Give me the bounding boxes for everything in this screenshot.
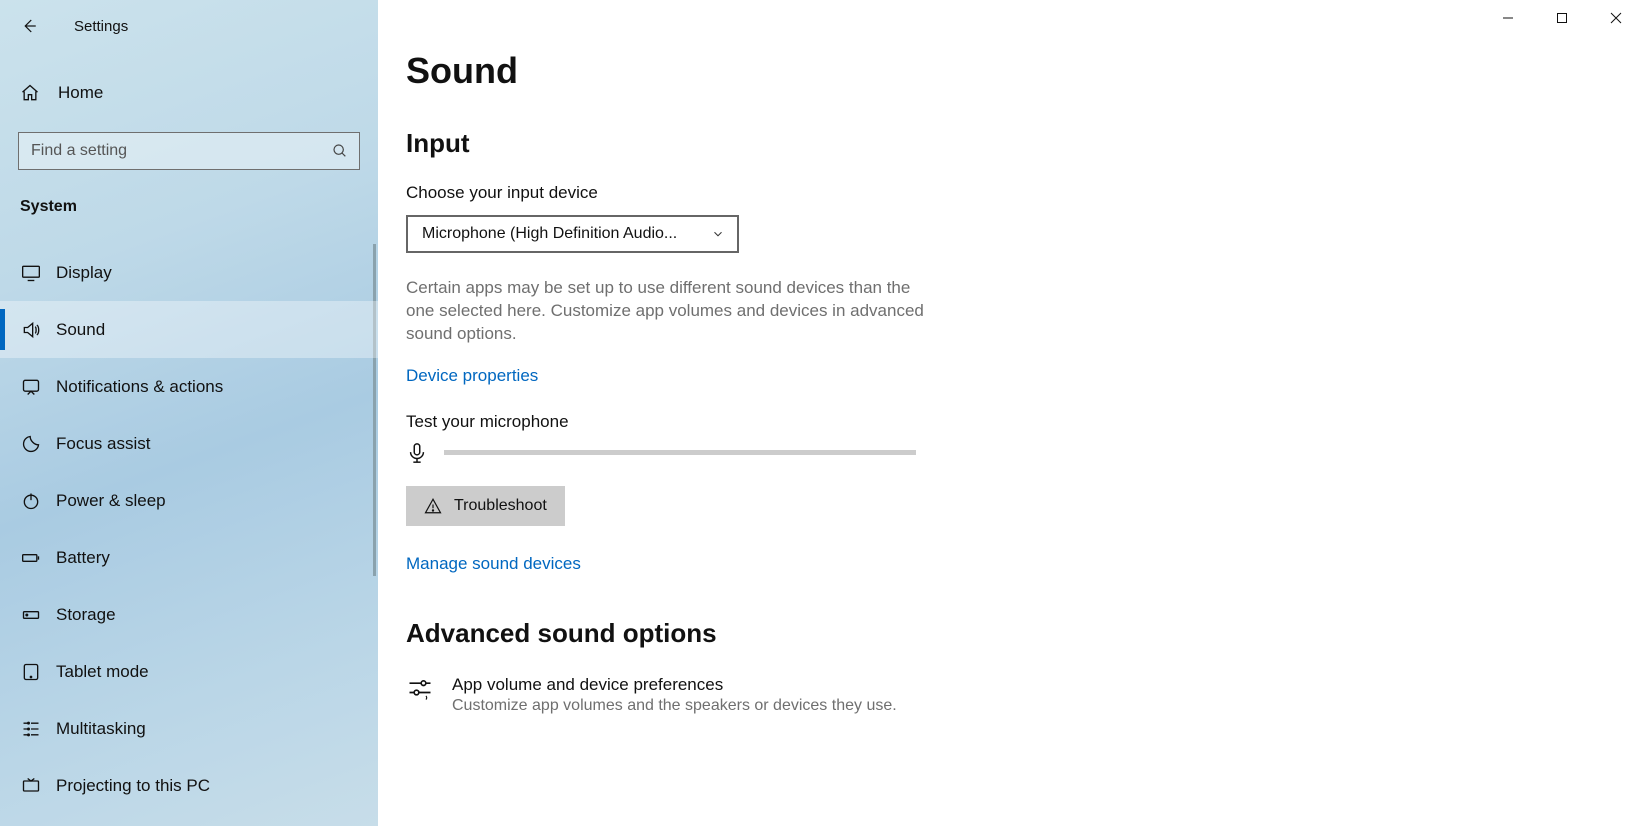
close-button[interactable] [1589, 0, 1643, 36]
sidebar-item-notifications[interactable]: Notifications & actions [0, 358, 378, 415]
focus-assist-icon [20, 434, 42, 454]
input-device-selected: Microphone (High Definition Audio... [422, 225, 677, 243]
section-advanced-heading: Advanced sound options [406, 618, 1358, 649]
back-icon[interactable] [20, 17, 38, 35]
sidebar-item-battery[interactable]: Battery [0, 529, 378, 586]
window-title: Settings [74, 18, 128, 35]
device-properties-link[interactable]: Device properties [406, 366, 538, 386]
sidebar-item-multitasking[interactable]: Multitasking [0, 700, 378, 757]
troubleshoot-button[interactable]: Troubleshoot [406, 486, 565, 526]
sidebar-group-label: System [0, 198, 378, 216]
home-icon [20, 83, 40, 103]
main-content: Sound Input Choose your input device Mic… [378, 0, 1643, 826]
sidebar-item-label: Storage [56, 605, 116, 625]
storage-icon [20, 605, 42, 625]
search-icon [332, 143, 348, 159]
sidebar: Settings Home System Display [0, 0, 378, 826]
sidebar-item-label: Power & sleep [56, 491, 166, 511]
battery-icon [20, 548, 42, 568]
chevron-down-icon [711, 227, 725, 241]
sidebar-item-label: Notifications & actions [56, 377, 223, 397]
notifications-icon [20, 377, 42, 397]
sidebar-item-tablet-mode[interactable]: Tablet mode [0, 643, 378, 700]
display-icon [20, 263, 42, 283]
microphone-test-row [406, 442, 1358, 464]
sidebar-item-power-sleep[interactable]: Power & sleep [0, 472, 378, 529]
sound-icon [20, 320, 42, 340]
test-microphone-label: Test your microphone [406, 412, 1358, 432]
microphone-level-bar [444, 450, 916, 455]
input-description: Certain apps may be set up to use differ… [406, 277, 936, 346]
input-device-dropdown[interactable]: Microphone (High Definition Audio... [406, 215, 739, 253]
app-volume-preferences[interactable]: App volume and device preferences Custom… [406, 675, 1358, 715]
warning-icon [424, 497, 442, 515]
sidebar-item-storage[interactable]: Storage [0, 586, 378, 643]
page-title: Sound [406, 50, 1358, 92]
sliders-icon [406, 675, 434, 703]
sidebar-item-projecting[interactable]: Projecting to this PC [0, 757, 378, 814]
section-input-heading: Input [406, 128, 1358, 159]
minimize-button[interactable] [1481, 0, 1535, 36]
sidebar-item-label: Focus assist [56, 434, 150, 454]
sidebar-item-focus-assist[interactable]: Focus assist [0, 415, 378, 472]
projecting-icon [20, 776, 42, 796]
sidebar-item-label: Projecting to this PC [56, 776, 210, 796]
sidebar-item-label: Sound [56, 320, 105, 340]
choose-input-label: Choose your input device [406, 183, 1358, 203]
sidebar-item-label: Multitasking [56, 719, 146, 739]
sidebar-item-label: Display [56, 263, 112, 283]
sidebar-item-label: Tablet mode [56, 662, 149, 682]
search-input[interactable] [18, 132, 360, 170]
tablet-icon [20, 662, 42, 682]
sidebar-nav: Display Sound Notifications & actions Fo… [0, 244, 378, 814]
sidebar-home-label: Home [58, 83, 103, 103]
app-volume-title: App volume and device preferences [452, 675, 897, 695]
app-volume-subtitle: Customize app volumes and the speakers o… [452, 697, 897, 715]
microphone-icon [406, 442, 428, 464]
sidebar-home[interactable]: Home [0, 68, 378, 118]
power-icon [20, 491, 42, 511]
troubleshoot-label: Troubleshoot [454, 497, 547, 515]
sidebar-item-display[interactable]: Display [0, 244, 378, 301]
manage-sound-devices-link[interactable]: Manage sound devices [406, 554, 581, 574]
sidebar-item-sound[interactable]: Sound [0, 301, 378, 358]
maximize-button[interactable] [1535, 0, 1589, 36]
multitasking-icon [20, 719, 42, 739]
window-controls [1481, 0, 1643, 36]
sidebar-item-label: Battery [56, 548, 110, 568]
